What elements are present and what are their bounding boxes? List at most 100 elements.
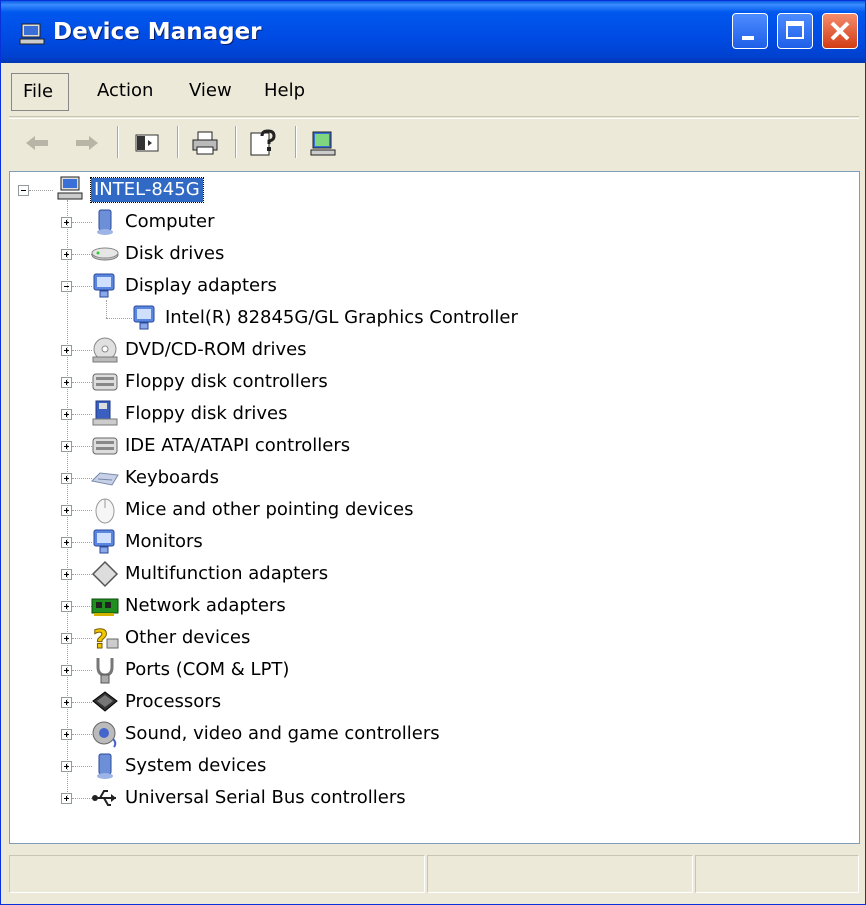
- window-title: Device Manager: [53, 19, 262, 45]
- multifunction-icon: [91, 560, 119, 588]
- toolbar-separator: [177, 126, 179, 158]
- tree-item-label[interactable]: DVD/CD-ROM drives: [125, 338, 307, 362]
- tree-item-label[interactable]: Floppy disk drives: [125, 402, 287, 426]
- tree-item-label[interactable]: Monitors: [125, 530, 203, 554]
- tree-item-label[interactable]: Ports (COM & LPT): [125, 658, 289, 682]
- print-button[interactable]: [187, 125, 223, 161]
- forward-button[interactable]: [69, 125, 105, 161]
- tree-line: [72, 446, 92, 447]
- forward-arrow-icon: [76, 136, 98, 150]
- question-icon: ?: [93, 625, 119, 653]
- tree-line: [72, 414, 92, 415]
- tree-line: [29, 190, 53, 191]
- menu-help[interactable]: Help: [264, 80, 305, 101]
- minimize-icon: [742, 36, 754, 40]
- computer-icon: [57, 176, 83, 200]
- tree-root-label[interactable]: INTEL-845G: [90, 177, 204, 203]
- tree-line: [72, 606, 92, 607]
- system-icon: [97, 753, 113, 779]
- tree-item-label[interactable]: Sound, video and game controllers: [125, 722, 440, 746]
- help-icon: [250, 129, 276, 156]
- port-icon: [96, 658, 114, 684]
- computer-icon: [97, 209, 113, 235]
- tree-line: [72, 734, 92, 735]
- menu-file[interactable]: File: [11, 73, 69, 111]
- status-pane: [427, 855, 693, 893]
- tree-line: [67, 200, 68, 798]
- tree-line: [72, 478, 92, 479]
- printer-icon: [192, 131, 218, 155]
- back-arrow-icon: [26, 136, 48, 150]
- status-pane: [9, 855, 425, 893]
- maximize-icon: [786, 21, 804, 39]
- console-tree-icon: [135, 134, 159, 152]
- tree-item-label[interactable]: Universal Serial Bus controllers: [125, 786, 406, 810]
- monitor-icon: [93, 529, 115, 554]
- scan-hardware-button[interactable]: [305, 125, 341, 161]
- help-button[interactable]: [245, 125, 281, 161]
- toolbar-separator: [235, 126, 237, 158]
- tree-item-label[interactable]: Intel(R) 82845G/GL Graphics Controller: [165, 306, 518, 330]
- tree-line: [72, 350, 92, 351]
- tree-item-label[interactable]: Computer: [125, 210, 214, 234]
- tree-line: [106, 318, 132, 319]
- tree-item-label[interactable]: IDE ATA/ATAPI controllers: [125, 434, 350, 458]
- sound-icon: [92, 721, 117, 748]
- cdrom-icon: [92, 337, 118, 363]
- tree-line: [72, 254, 92, 255]
- usb-icon: [92, 790, 116, 806]
- tree-line: [72, 286, 92, 287]
- tree-line: [72, 510, 92, 511]
- tree-item-label[interactable]: Display adapters: [125, 274, 277, 298]
- device-tree[interactable]: INTEL-845G Computer Disk drives Display ada…: [9, 171, 860, 844]
- collapse-toggle[interactable]: [18, 185, 29, 196]
- title-bar[interactable]: Device Manager: [1, 1, 865, 63]
- tree-line: [72, 222, 92, 223]
- tree-line: [72, 574, 92, 575]
- tree-line: [72, 382, 92, 383]
- monitor-icon: [133, 305, 155, 330]
- tree-item-label[interactable]: Network adapters: [125, 594, 286, 618]
- toolbar: [9, 118, 859, 167]
- tree-line: [72, 542, 92, 543]
- tree-line: [72, 766, 92, 767]
- disk-drive-icon: [91, 247, 119, 261]
- tree-line: [72, 670, 92, 671]
- computer-icon: [19, 23, 45, 45]
- menu-bar: File Action View Help: [9, 68, 859, 117]
- status-pane: [695, 855, 859, 893]
- tree-line: [72, 798, 92, 799]
- status-bar: [9, 853, 859, 897]
- tree-item-label[interactable]: Disk drives: [125, 242, 224, 266]
- network-card-icon: [91, 598, 119, 616]
- maximize-button[interactable]: [777, 13, 813, 49]
- toolbar-separator: [117, 126, 119, 158]
- floppy-icon: [92, 400, 118, 426]
- monitor-icon: [93, 273, 115, 298]
- tree-line: [106, 300, 107, 318]
- device-manager-window: Device Manager File Action View Help INT…: [0, 0, 866, 905]
- minimize-button[interactable]: [732, 13, 768, 49]
- close-icon: [830, 21, 850, 41]
- menu-action[interactable]: Action: [97, 80, 153, 101]
- tree-item-label[interactable]: Multifunction adapters: [125, 562, 328, 586]
- toolbar-separator: [295, 126, 297, 158]
- close-button[interactable]: [822, 13, 858, 49]
- svg-text:?: ?: [93, 625, 108, 653]
- tree-line: [72, 702, 92, 703]
- back-button[interactable]: [19, 125, 55, 161]
- tree-line: [72, 638, 92, 639]
- tree-item-label[interactable]: Keyboards: [125, 466, 219, 490]
- processor-icon: [92, 691, 118, 712]
- show-hide-console-tree-button[interactable]: [129, 125, 165, 161]
- tree-item-label[interactable]: Other devices: [125, 626, 250, 650]
- scan-hardware-icon: [310, 131, 336, 156]
- tree-item-label[interactable]: Floppy disk controllers: [125, 370, 328, 394]
- tree-item-label[interactable]: Processors: [125, 690, 221, 714]
- tree-item-label[interactable]: Mice and other pointing devices: [125, 498, 413, 522]
- tree-item-label[interactable]: System devices: [125, 754, 266, 778]
- mouse-icon: [95, 498, 115, 524]
- controller-icon: [92, 437, 118, 455]
- keyboard-icon: [90, 472, 119, 486]
- menu-view[interactable]: View: [189, 80, 232, 101]
